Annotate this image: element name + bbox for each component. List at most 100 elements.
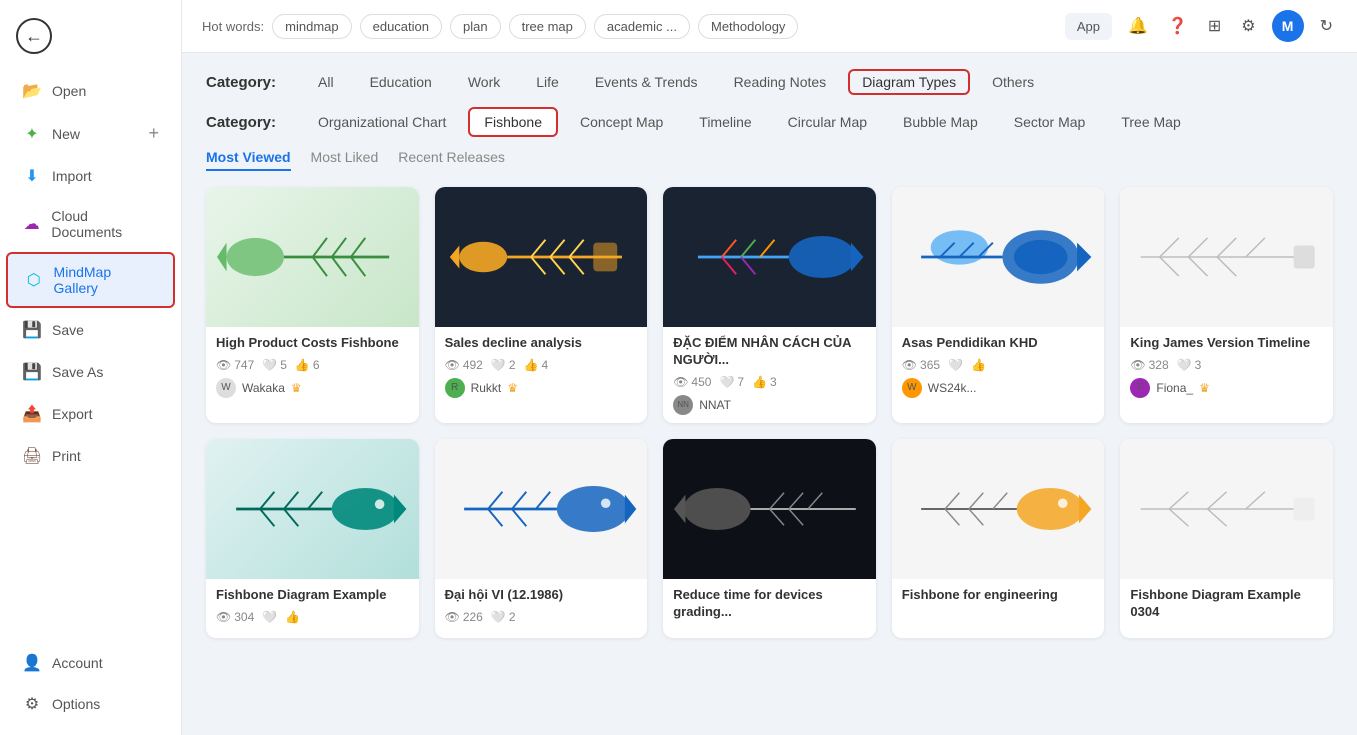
print-icon: 🖨 [22,446,42,466]
tag-treemap[interactable]: tree map [509,14,586,39]
shares-1: 👍 6 [295,358,320,372]
sidebar-item-save[interactable]: 💾 Save [6,310,175,350]
card-info-6: Fishbone Diagram Example 👁 304 🤍 👍 [206,579,419,638]
category-label-2: Category: [206,114,296,131]
cat-tab-education[interactable]: Education [356,69,446,95]
card-thumb-8 [663,439,876,579]
cat-tab-concept[interactable]: Concept Map [566,109,677,135]
card-title-2: Sales decline analysis [445,335,638,352]
tag-academic[interactable]: academic ... [594,14,690,39]
card-thumb-10 [1120,439,1333,579]
hot-words-label: Hot words: [202,19,264,34]
card-title-9: Fishbone for engineering [902,587,1095,604]
cat-tab-timeline[interactable]: Timeline [685,109,765,135]
card-info-5: King James Version Timeline 👁 328 🤍 3 F … [1120,327,1333,406]
cloud-icon: ☁ [22,214,41,234]
cat-tab-fishbone[interactable]: Fishbone [468,107,558,137]
sidebar-label-mindmap: MindMap Gallery [54,264,157,296]
likes-1: 🤍 5 [262,358,287,372]
sort-most-liked[interactable]: Most Liked [311,149,379,171]
settings-icon[interactable]: ⚙ [1237,12,1259,40]
author-avatar-5: F [1130,378,1150,398]
sidebar-item-print[interactable]: 🖨 Print [6,436,175,476]
gallery-card-5[interactable]: King James Version Timeline 👁 328 🤍 3 F … [1120,187,1333,423]
gallery-card-2[interactable]: Sales decline analysis 👁 492 🤍 2 👍 4 R R… [435,187,648,423]
sidebar-item-account[interactable]: 👤 Account [6,643,175,683]
sidebar-item-import[interactable]: ⬇ Import [6,156,175,196]
gallery-card-7[interactable]: Đại hội VI (12.1986) 👁 226 🤍 2 [435,439,648,638]
sidebar-label-options: Options [52,696,100,712]
card-title-1: High Product Costs Fishbone [216,335,409,352]
sidebar-item-open[interactable]: 📂 Open [6,71,175,111]
gallery-card-1[interactable]: High Product Costs Fishbone 👁 747 🤍 5 👍 … [206,187,419,423]
cat-tab-reading[interactable]: Reading Notes [720,69,841,95]
sort-row: Most Viewed Most Liked Recent Releases [206,149,1333,171]
back-circle-icon: ← [16,18,52,54]
sidebar-label-account: Account [52,655,103,671]
likes-4: 🤍 [948,358,963,372]
sidebar-bottom: 👤 Account ⚙ Options [0,642,181,725]
cat-tab-all[interactable]: All [304,69,348,95]
notification-icon[interactable]: 🔔 [1124,12,1152,40]
views-2: 👁 492 [445,358,483,372]
new-plus-icon[interactable]: + [148,123,159,144]
cat-tab-diagram[interactable]: Diagram Types [848,69,970,95]
refresh-icon[interactable]: ↻ [1316,12,1337,40]
tag-mindmap[interactable]: mindmap [272,14,351,39]
export-icon: 📤 [22,404,42,424]
cat-tab-org[interactable]: Organizational Chart [304,109,460,135]
card-title-8: Reduce time for devices grading... [673,587,866,621]
shares-2: 👍 4 [524,358,549,372]
card-thumb-6 [206,439,419,579]
likes-6: 🤍 [262,610,277,624]
card-stats-5: 👁 328 🤍 3 [1130,358,1323,372]
back-button[interactable]: ← [0,10,181,62]
grid-icon[interactable]: ⊞ [1204,12,1225,40]
user-avatar[interactable]: M [1272,10,1304,42]
card-info-3: ĐẶC ĐIỂM NHÂN CÁCH CỦA NGƯỜI... 👁 450 🤍 … [663,327,876,423]
gallery-card-6[interactable]: Fishbone Diagram Example 👁 304 🤍 👍 [206,439,419,638]
sidebar-item-new[interactable]: ✦ New + [6,113,175,154]
author-avatar-1: W [216,378,236,398]
likes-5: 🤍 3 [1177,358,1202,372]
gallery-card-9[interactable]: Fishbone for engineering [892,439,1105,638]
card-author-2: R Rukkt ♛ [445,378,638,398]
fishbone-svg-2 [445,194,636,320]
cat-tab-life[interactable]: Life [522,69,573,95]
sort-most-viewed[interactable]: Most Viewed [206,149,291,171]
gallery-card-4[interactable]: Asas Pendidikan KHD 👁 365 🤍 👍 W WS24k... [892,187,1105,423]
sidebar-item-mindmap-gallery[interactable]: ⬡ MindMap Gallery [6,252,175,308]
cat-tab-others[interactable]: Others [978,69,1048,95]
cat-tab-treemap2[interactable]: Tree Map [1107,109,1194,135]
sort-recent[interactable]: Recent Releases [398,149,505,171]
app-button[interactable]: App [1065,13,1112,40]
gallery-card-8[interactable]: Reduce time for devices grading... [663,439,876,638]
card-author-5: F Fiona_ ♛ [1130,378,1323,398]
shares-6: 👍 [285,610,300,624]
card-info-10: Fishbone Diagram Example 0304 [1120,579,1333,635]
gallery-card-10[interactable]: Fishbone Diagram Example 0304 [1120,439,1333,638]
author-name-2: Rukkt [471,381,502,395]
views-5: 👁 328 [1130,358,1168,372]
card-thumb-9 [892,439,1105,579]
fishbone-svg-5 [1131,194,1322,320]
cat-tab-circular[interactable]: Circular Map [774,109,881,135]
sidebar-item-export[interactable]: 📤 Export [6,394,175,434]
tag-plan[interactable]: plan [450,14,501,39]
card-info-1: High Product Costs Fishbone 👁 747 🤍 5 👍 … [206,327,419,406]
sidebar-item-cloud[interactable]: ☁ Cloud Documents [6,198,175,250]
tag-education[interactable]: education [360,14,442,39]
sidebar-item-options[interactable]: ⚙ Options [6,684,175,724]
help-icon[interactable]: ❓ [1164,12,1192,40]
card-title-6: Fishbone Diagram Example [216,587,409,604]
cat-tab-sector[interactable]: Sector Map [1000,109,1100,135]
tag-methodology[interactable]: Methodology [698,14,798,39]
fishbone-svg-6 [217,446,408,572]
gallery-card-3[interactable]: ĐẶC ĐIỂM NHÂN CÁCH CỦA NGƯỜI... 👁 450 🤍 … [663,187,876,423]
cat-tab-bubble[interactable]: Bubble Map [889,109,992,135]
cat-tab-events[interactable]: Events & Trends [581,69,712,95]
author-avatar-2: R [445,378,465,398]
sidebar-item-save-as[interactable]: 💾 Save As [6,352,175,392]
cat-tab-work[interactable]: Work [454,69,514,95]
card-info-7: Đại hội VI (12.1986) 👁 226 🤍 2 [435,579,648,638]
